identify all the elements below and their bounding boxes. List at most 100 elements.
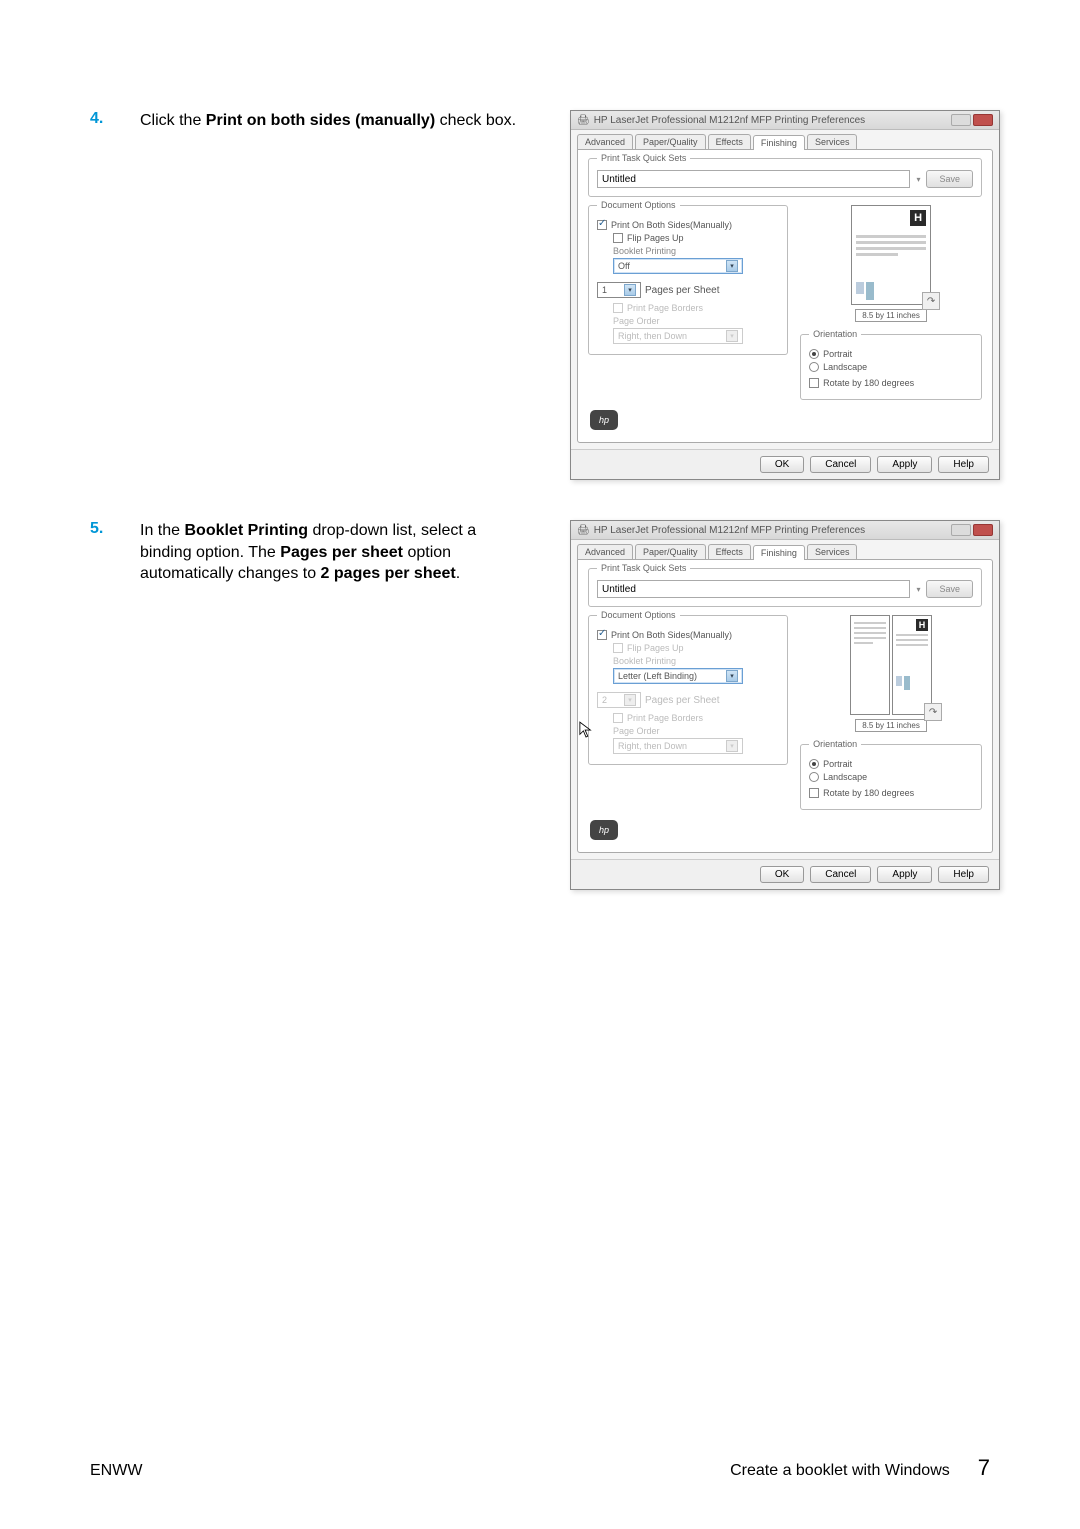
page-footer: ENWW Create a booklet with Windows 7 <box>0 1455 1080 1481</box>
doc-options-legend: Document Options <box>597 200 680 210</box>
help-button[interactable]: Help <box>938 456 989 473</box>
tab-advanced[interactable]: Advanced <box>577 134 633 149</box>
quickset-legend: Print Task Quick Sets <box>597 563 690 573</box>
quickset-input[interactable] <box>597 580 910 598</box>
help-button[interactable]: Help <box>938 866 989 883</box>
print-both-sides-checkbox[interactable] <box>597 220 607 230</box>
print-page-borders-checkbox <box>613 713 623 723</box>
flip-pages-up-label: Flip Pages Up <box>627 233 684 243</box>
print-page-borders-checkbox <box>613 303 623 313</box>
page-order-value: Right, then Down <box>618 331 687 341</box>
booklet-value: Off <box>618 261 630 271</box>
rotate-label: Rotate by 180 degrees <box>823 788 914 798</box>
document-options-group: Document Options Print On Both Sides(Man… <box>588 615 788 765</box>
quickset-legend: Print Task Quick Sets <box>597 153 690 163</box>
chevron-down-icon: ▾ <box>624 284 636 296</box>
save-button[interactable]: Save <box>926 580 973 598</box>
chevron-down-icon: ▾ <box>726 740 738 752</box>
page-order-label: Page Order <box>613 726 779 736</box>
quickset-input[interactable] <box>597 170 910 188</box>
step4-text-a: Click the <box>140 112 206 129</box>
step4-text-b: Print on both sides (manually) <box>206 112 435 129</box>
step5-a: In the <box>140 522 184 539</box>
orientation-group: Orientation Portrait Landscape <box>800 744 982 810</box>
footer-left: ENWW <box>90 1462 142 1480</box>
page-turn-icon: ↷ <box>922 292 940 310</box>
landscape-radio[interactable] <box>809 772 819 782</box>
tab-advanced[interactable]: Advanced <box>577 544 633 559</box>
print-task-quick-sets-group: Print Task Quick Sets ▾ Save <box>588 158 982 197</box>
tab-effects[interactable]: Effects <box>708 134 751 149</box>
printing-preferences-dialog-2: 🖨 HP LaserJet Professional M1212nf MFP P… <box>570 520 1000 890</box>
print-page-borders-label: Print Page Borders <box>627 303 703 313</box>
ok-button[interactable]: OK <box>760 456 804 473</box>
apply-button[interactable]: Apply <box>877 456 932 473</box>
portrait-label: Portrait <box>823 759 852 769</box>
print-both-sides-checkbox[interactable] <box>597 630 607 640</box>
step-text-5: In the Booklet Printing drop-down list, … <box>140 520 520 585</box>
window-help-icon[interactable] <box>951 524 971 536</box>
rotate-checkbox[interactable] <box>809 378 819 388</box>
page-preview: H <box>800 615 982 732</box>
tab-finishing[interactable]: Finishing <box>753 135 805 150</box>
pages-per-sheet-label: Pages per Sheet <box>645 695 720 706</box>
chevron-down-icon: ▾ <box>726 330 738 342</box>
chevron-down-icon: ▾ <box>726 260 738 272</box>
close-icon[interactable] <box>973 524 993 536</box>
apply-button[interactable]: Apply <box>877 866 932 883</box>
page-order-dropdown: Right, then Down ▾ <box>613 328 743 344</box>
cancel-button[interactable]: Cancel <box>810 456 871 473</box>
close-icon[interactable] <box>973 114 993 126</box>
cancel-button[interactable]: Cancel <box>810 866 871 883</box>
dialog-title: HP LaserJet Professional M1212nf MFP Pri… <box>594 525 865 536</box>
cursor-icon <box>579 721 593 739</box>
document-options-group: Document Options Print On Both Sides(Man… <box>588 205 788 355</box>
preview-dimensions: 8.5 by 11 inches <box>855 719 927 732</box>
flip-pages-up-label: Flip Pages Up <box>627 643 684 653</box>
printing-preferences-dialog-1: 🖨 HP LaserJet Professional M1212nf MFP P… <box>570 110 1000 480</box>
booklet-printing-label: Booklet Printing <box>613 656 779 666</box>
page-turn-icon: ↷ <box>924 703 942 721</box>
window-help-icon[interactable] <box>951 114 971 126</box>
tab-finishing[interactable]: Finishing <box>753 545 805 560</box>
chevron-down-icon: ▾ <box>726 670 738 682</box>
printer-icon: 🖨 <box>577 115 590 126</box>
tab-services[interactable]: Services <box>807 134 858 149</box>
tab-paper-quality[interactable]: Paper/Quality <box>635 134 706 149</box>
tab-row: Advanced Paper/Quality Effects Finishing… <box>571 540 999 559</box>
pages-per-sheet-dropdown[interactable]: 1 ▾ <box>597 282 641 298</box>
save-button[interactable]: Save <box>926 170 973 188</box>
pages-per-sheet-value: 2 <box>602 695 607 705</box>
step-text-4: Click the Print on both sides (manually)… <box>140 110 520 132</box>
tab-effects[interactable]: Effects <box>708 544 751 559</box>
tab-paper-quality[interactable]: Paper/Quality <box>635 544 706 559</box>
portrait-label: Portrait <box>823 349 852 359</box>
booklet-printing-dropdown[interactable]: Off ▾ <box>613 258 743 274</box>
page-order-label: Page Order <box>613 316 779 326</box>
portrait-radio[interactable] <box>809 349 819 359</box>
pages-per-sheet-value: 1 <box>602 285 607 295</box>
portrait-radio[interactable] <box>809 759 819 769</box>
footer-section-title: Create a booklet with Windows <box>730 1462 950 1480</box>
step-number-4: 4. <box>90 110 140 128</box>
print-both-sides-label: Print On Both Sides(Manually) <box>611 220 732 230</box>
flip-pages-up-checkbox[interactable] <box>613 233 623 243</box>
rotate-label: Rotate by 180 degrees <box>823 378 914 388</box>
ok-button[interactable]: OK <box>760 866 804 883</box>
rotate-checkbox[interactable] <box>809 788 819 798</box>
tab-services[interactable]: Services <box>807 544 858 559</box>
printer-icon: 🖨 <box>577 525 590 536</box>
page-order-value: Right, then Down <box>618 741 687 751</box>
step-number-5: 5. <box>90 520 140 538</box>
landscape-radio[interactable] <box>809 362 819 372</box>
chevron-down-icon: ▾ <box>624 694 636 706</box>
booklet-value: Letter (Left Binding) <box>618 671 697 681</box>
landscape-label: Landscape <box>823 362 867 372</box>
step5-b: Booklet Printing <box>184 522 308 539</box>
booklet-printing-dropdown[interactable]: Letter (Left Binding) ▾ <box>613 668 743 684</box>
step5-g: . <box>456 565 460 582</box>
tab-row: Advanced Paper/Quality Effects Finishing… <box>571 130 999 149</box>
step4-text-c: check box. <box>435 112 516 129</box>
preview-header-icon: H <box>910 210 926 226</box>
preview-header-icon: H <box>916 619 928 631</box>
